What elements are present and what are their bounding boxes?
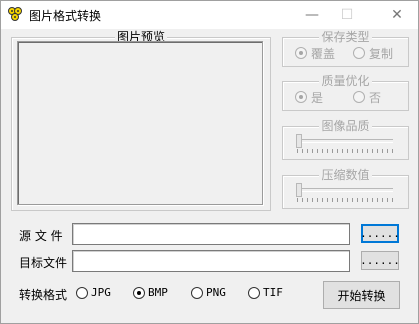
target-file-label: 目标文件: [19, 256, 68, 270]
optimize-yes-radio: [295, 91, 307, 103]
quality-optimize-title: 质量优化: [319, 74, 372, 88]
save-type-overwrite-label: 覆盖: [311, 47, 336, 61]
save-type-group: 保存类型 覆盖 复制: [282, 30, 409, 67]
source-file-label: 源 文 件: [19, 229, 63, 243]
format-tif-label[interactable]: TIF: [263, 286, 283, 299]
close-button[interactable]: ✕: [380, 1, 414, 29]
app-window: 图片格式转换 — ☐ ✕ 图片预览 保存类型 覆盖 复制 质量优化 是 否 图像…: [0, 0, 419, 324]
save-type-overwrite-radio: [295, 47, 307, 59]
maximize-icon: ☐: [340, 7, 354, 23]
target-file-input[interactable]: [72, 250, 350, 272]
save-type-copy-radio: [353, 47, 365, 59]
image-quality-group: 图像品质: [282, 119, 409, 160]
optimize-no-radio: [353, 91, 365, 103]
compress-value-ticks: [297, 198, 394, 202]
target-browse-button[interactable]: ......: [360, 251, 400, 270]
start-convert-button[interactable]: 开始转换: [323, 281, 400, 309]
format-label: 转换格式: [19, 288, 68, 302]
maximize-button: ☐: [330, 1, 364, 29]
image-quality-ticks: [297, 149, 394, 153]
source-file-input[interactable]: [72, 223, 350, 245]
optimize-no-label: 否: [369, 91, 382, 105]
compress-value-slider: [297, 188, 393, 192]
save-type-copy-label: 复制: [369, 47, 394, 61]
image-preview: [17, 41, 263, 205]
minimize-button[interactable]: —: [295, 1, 329, 29]
format-png-label[interactable]: PNG: [206, 286, 226, 299]
minimize-icon: —: [305, 7, 319, 23]
image-quality-slider: [297, 139, 393, 143]
format-png-radio[interactable]: [191, 287, 203, 299]
source-browse-button[interactable]: ......: [360, 224, 400, 243]
format-jpg-radio[interactable]: [76, 287, 88, 299]
quality-optimize-group: 质量优化 是 否: [282, 74, 409, 111]
app-icon: [8, 7, 22, 21]
format-bmp-radio[interactable]: [133, 287, 145, 299]
compress-value-group: 压缩数值: [282, 168, 409, 209]
image-quality-slider-thumb: [296, 134, 302, 148]
compress-value-slider-thumb: [296, 183, 302, 197]
format-tif-radio[interactable]: [248, 287, 260, 299]
optimize-yes-label: 是: [311, 91, 324, 105]
title-bar: 图片格式转换 — ☐ ✕: [1, 1, 418, 29]
image-quality-title: 图像品质: [319, 119, 372, 133]
compress-value-title: 压缩数值: [319, 168, 372, 182]
window-title: 图片格式转换: [29, 9, 102, 23]
close-icon: ✕: [391, 7, 403, 23]
format-jpg-label[interactable]: JPG: [91, 286, 111, 299]
save-type-title: 保存类型: [319, 30, 372, 44]
format-bmp-label[interactable]: BMP: [148, 286, 168, 299]
